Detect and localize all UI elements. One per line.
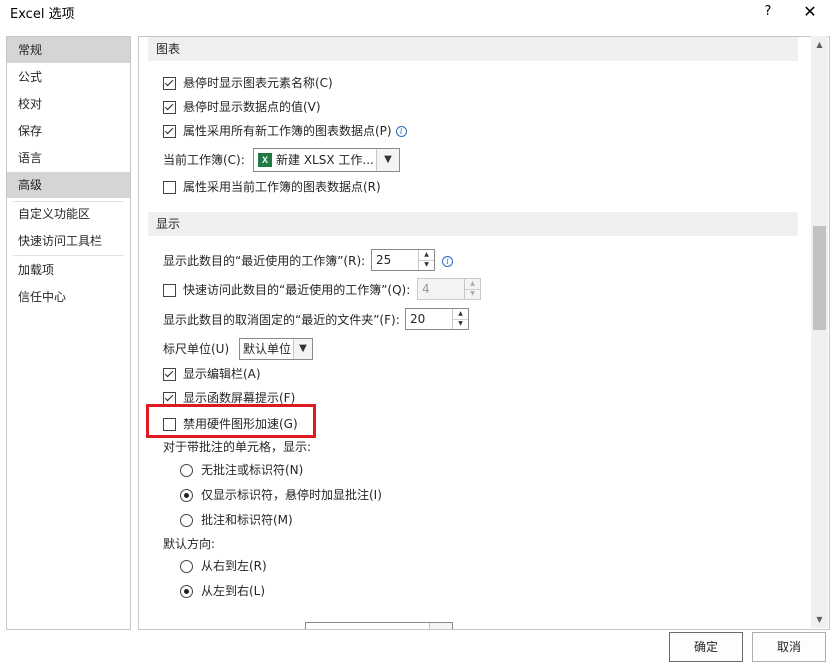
ruler-units-label: 标尺单位(U) (163, 342, 230, 356)
checkbox[interactable] (163, 391, 176, 405)
window-title: Excel 选项 (10, 7, 75, 22)
recent-workbooks-spinner[interactable]: 25 ▲ ▼ (371, 249, 435, 271)
sidebar-item-language[interactable]: 语言 (7, 145, 130, 171)
recent-workbooks-label: 显示此数目的“最近使用的工作簿”(R): (163, 254, 366, 268)
info-icon[interactable]: i (395, 125, 407, 137)
ruler-units-dropdown[interactable]: 默认单位 ▼ (239, 338, 313, 360)
option-label: 属性采用当前工作簿的图表数据点(R) (183, 180, 381, 194)
content-scrollbar[interactable]: ▲ ▼ (811, 36, 828, 628)
checkbox[interactable] (163, 124, 176, 138)
chevron-down-icon[interactable]: ▼ (293, 339, 312, 359)
option-label: 从左到右(L) (201, 584, 266, 598)
sidebar-item-advanced[interactable]: 高级 (7, 172, 130, 198)
sidebar-divider (13, 255, 124, 256)
scroll-down-icon[interactable]: ▼ (811, 611, 828, 628)
radio-button[interactable] (180, 513, 193, 527)
sidebar-item-quick-access-toolbar[interactable]: 快速访问工具栏 (7, 228, 130, 254)
sidebar-item-add-ins[interactable]: 加载项 (7, 257, 130, 283)
option-label: 显示编辑栏(A) (183, 367, 261, 381)
spin-down-icon[interactable]: ▼ (465, 289, 480, 299)
quick-access-recent-spinner[interactable]: 4 ▲ ▼ (417, 278, 481, 300)
option-properties-follow-current-workbook[interactable]: 属性采用当前工作簿的图表数据点(R) (163, 177, 381, 197)
option-label: 悬停时显示图表元素名称(C) (183, 76, 333, 90)
help-button[interactable]: ? (757, 1, 779, 23)
current-workbook-row: 当前工作簿(C): (163, 150, 245, 170)
option-label: 快速访问此数目的“最近使用的工作簿”(Q): (183, 283, 411, 297)
section-header-chart: 图表 (148, 37, 798, 61)
option-quick-access-recent-workbooks[interactable]: 快速访问此数目的“最近使用的工作簿”(Q): (163, 280, 410, 300)
checkbox[interactable] (163, 367, 176, 381)
spinner-arrows: ▲ ▼ (452, 309, 468, 329)
option-show-formula-bar[interactable]: 显示编辑栏(A) (163, 364, 261, 384)
title-bar: Excel 选项 ? ✕ (0, 0, 831, 28)
radio-button[interactable] (180, 559, 193, 573)
options-sidebar: 常规 公式 校对 保存 语言 高级 自定义功能区 快速访问工具栏 加载项 信任中… (6, 36, 131, 630)
option-label: 无批注或标识符(N) (201, 463, 304, 477)
option-label: 悬停时显示数据点的值(V) (183, 100, 321, 114)
scroll-up-icon[interactable]: ▲ (811, 36, 828, 53)
option-label: 属性采用所有新工作簿的图表数据点(P) (183, 124, 392, 138)
option-properties-follow-all-workbooks[interactable]: 属性采用所有新工作簿的图表数据点(P) i (163, 121, 407, 141)
spinner-arrows: ▲ ▼ (464, 279, 480, 299)
cancel-button[interactable]: 取消 (752, 632, 826, 662)
radio-right-to-left[interactable]: 从右到左(R) (180, 556, 267, 576)
checkbox[interactable] (163, 283, 176, 297)
sidebar-item-formulas[interactable]: 公式 (7, 64, 130, 90)
radio-indicators-only[interactable]: 仅显示标识符，悬停时加显批注(I) (180, 485, 382, 505)
scrollbar-thumb[interactable] (813, 226, 826, 330)
spinner-value[interactable]: 25 (376, 250, 391, 270)
spin-down-icon[interactable]: ▼ (453, 319, 468, 329)
sidebar-item-general[interactable]: 常规 (7, 37, 130, 63)
chevron-down-icon[interactable] (429, 623, 452, 629)
radio-button[interactable] (180, 584, 193, 598)
option-show-data-point-values[interactable]: 悬停时显示数据点的值(V) (163, 97, 321, 117)
checkbox[interactable] (163, 100, 176, 114)
ok-button[interactable]: 确定 (669, 632, 743, 662)
spin-down-icon[interactable]: ▼ (419, 260, 434, 270)
current-workbook-label: 当前工作簿(C): (163, 153, 245, 167)
option-label: 从右到左(R) (201, 559, 267, 573)
section-header-display: 显示 (148, 212, 798, 236)
radio-button[interactable] (180, 488, 193, 502)
spinner-arrows: ▲ ▼ (418, 250, 434, 270)
recent-workbooks-row: 显示此数目的“最近使用的工作簿”(R): (163, 251, 365, 271)
info-icon[interactable]: i (442, 256, 453, 267)
ruler-units-row: 标尺单位(U) (163, 339, 229, 359)
default-direction-label-row: 默认方向: (163, 534, 215, 554)
unpinned-folders-row: 显示此数目的取消固定的“最近的文件夹”(F): (163, 310, 400, 330)
checkbox[interactable] (163, 180, 176, 194)
unpinned-folders-spinner[interactable]: 20 ▲ ▼ (405, 308, 469, 330)
highlight-box (146, 404, 316, 438)
current-workbook-dropdown[interactable]: X 新建 XLSX 工作... ▼ (253, 148, 400, 172)
unpinned-folders-label: 显示此数目的取消固定的“最近的文件夹”(F): (163, 313, 400, 327)
sidebar-item-proofing[interactable]: 校对 (7, 91, 130, 117)
spinner-value[interactable]: 20 (410, 309, 425, 329)
chevron-down-icon[interactable]: ▼ (376, 149, 399, 171)
checkbox[interactable] (163, 76, 176, 90)
options-content: 图表 悬停时显示图表元素名称(C) 悬停时显示数据点的值(V) 属性采用所有新工… (138, 36, 830, 630)
close-button[interactable]: ✕ (798, 1, 822, 23)
comments-display-label: 对于带批注的单元格，显示: (163, 440, 312, 454)
radio-button[interactable] (180, 463, 193, 477)
option-show-chart-element-names[interactable]: 悬停时显示图表元素名称(C) (163, 73, 333, 93)
ruler-units-value: 默认单位 (243, 342, 292, 356)
excel-file-icon: X (258, 153, 272, 167)
default-direction-label: 默认方向: (163, 537, 216, 551)
option-label: 仅显示标识符，悬停时加显批注(I) (201, 488, 382, 502)
sidebar-item-trust-center[interactable]: 信任中心 (7, 284, 130, 310)
option-label: 批注和标识符(M) (201, 513, 293, 527)
sidebar-item-customize-ribbon[interactable]: 自定义功能区 (7, 201, 130, 227)
spinner-value[interactable]: 4 (422, 279, 430, 299)
current-workbook-value: 新建 XLSX 工作... (276, 153, 374, 167)
radio-no-comments[interactable]: 无批注或标识符(N) (180, 460, 303, 480)
radio-left-to-right[interactable]: 从左到右(L) (180, 581, 265, 601)
sidebar-item-save[interactable]: 保存 (7, 118, 130, 144)
comments-display-label-row: 对于带批注的单元格，显示: (163, 437, 311, 457)
cut-off-dropdown[interactable] (305, 622, 453, 629)
radio-comments-and-indicators[interactable]: 批注和标识符(M) (180, 510, 293, 530)
